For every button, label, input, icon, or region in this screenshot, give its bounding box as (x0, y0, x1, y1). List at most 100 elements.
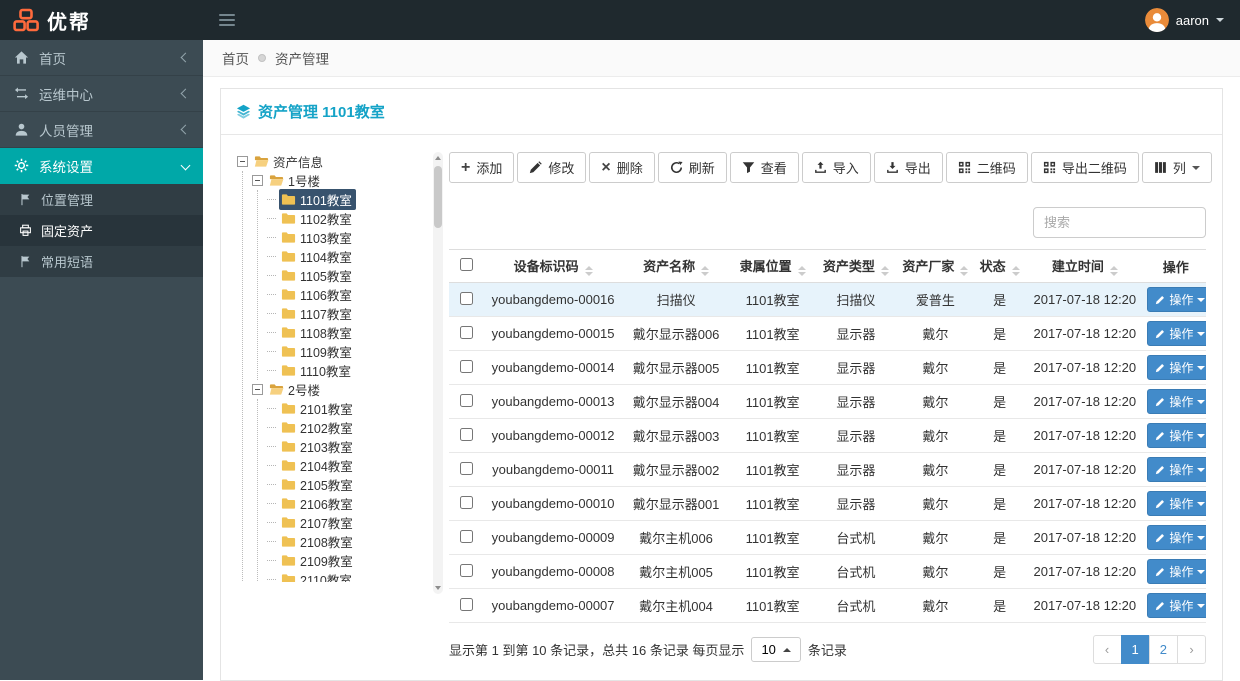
tree-node-label[interactable]: 资产信息 (252, 152, 327, 172)
menu-toggle-icon[interactable] (219, 14, 235, 26)
sidebar-item-home[interactable]: 首页 (0, 40, 203, 76)
tree-node-label[interactable]: 1102教室 (279, 208, 356, 229)
tree-collapse-icon[interactable] (252, 384, 263, 395)
header-created[interactable]: 建立时间 (1024, 249, 1146, 283)
header-asset-name[interactable]: 资产名称 (623, 249, 730, 283)
tree-node[interactable]: 资产信息 (237, 152, 425, 171)
table-row[interactable]: youbangdemo-00009 戴尔主机006 1101教室 台式机 戴尔是 2017… (449, 520, 1206, 555)
table-row[interactable]: youbangdemo-00015 戴尔显示器006 1101教室 显示器 戴尔是 201… (449, 316, 1206, 351)
row-checkbox[interactable] (459, 359, 473, 373)
columns-button[interactable]: 列 (1141, 152, 1212, 183)
row-checkbox[interactable] (459, 461, 473, 475)
row-action-button[interactable]: 操作 (1147, 593, 1206, 618)
tree-node[interactable]: 2107教室 (267, 513, 425, 532)
tree-node[interactable]: 1号楼 (252, 171, 425, 190)
table-row[interactable]: youbangdemo-00013 戴尔显示器004 1101教室 显示器 戴尔是 201… (449, 384, 1206, 419)
tree-node[interactable]: 2104教室 (267, 456, 425, 475)
tree-node[interactable]: 2108教室 (267, 532, 425, 551)
header-location[interactable]: 隶属位置 (729, 249, 817, 283)
tree-node[interactable]: 1108教室 (267, 323, 425, 342)
tree-node[interactable]: 1104教室 (267, 247, 425, 266)
table-row[interactable]: youbangdemo-00012 戴尔显示器003 1101教室 显示器 戴尔是 201… (449, 418, 1206, 453)
page-size-select[interactable]: 10 (751, 637, 801, 662)
submenu-item-fixed-assets[interactable]: 固定资产 (0, 215, 203, 246)
sidebar-item-system-settings[interactable]: 系统设置 (0, 148, 203, 184)
add-button[interactable]: + 添加 (449, 152, 515, 183)
header-device-id[interactable]: 设备标识码 (483, 249, 624, 283)
refresh-button[interactable]: 刷新 (657, 152, 727, 183)
tree-node-label[interactable]: 2102教室 (279, 417, 357, 438)
breadcrumb-home[interactable]: 首页 (222, 48, 249, 68)
search-input[interactable] (1033, 207, 1206, 238)
tree-node[interactable]: 1110教室 (267, 361, 425, 380)
row-action-button[interactable]: 操作 (1147, 355, 1206, 380)
table-row[interactable]: youbangdemo-00014 戴尔显示器005 1101教室 显示器 戴尔是 201… (449, 350, 1206, 385)
tree-node-label[interactable]: 1105教室 (279, 265, 356, 286)
scroll-up-icon[interactable] (433, 152, 443, 164)
row-action-button[interactable]: 操作 (1147, 491, 1206, 516)
tree-node[interactable]: 1106教室 (267, 285, 425, 304)
tree-node-label[interactable]: 1103教室 (279, 227, 356, 248)
tree-node[interactable]: 2105教室 (267, 475, 425, 494)
row-action-button[interactable]: 操作 (1147, 525, 1206, 550)
tree-node-label[interactable]: 1101教室 (279, 189, 356, 210)
export-button[interactable]: 导出 (873, 152, 943, 183)
tree-node[interactable]: 1105教室 (267, 266, 425, 285)
tree-node[interactable]: 1102教室 (267, 209, 425, 228)
row-checkbox[interactable] (459, 427, 473, 441)
user-menu[interactable]: aaron (1144, 8, 1240, 32)
export-qrcode-button[interactable]: 导出二维码 (1030, 152, 1139, 183)
tree-node[interactable]: 1109教室 (267, 342, 425, 361)
tree-node-label[interactable]: 2108教室 (279, 531, 357, 552)
tree-node-label[interactable]: 2号楼 (267, 379, 324, 400)
tree-node-label[interactable]: 1104教室 (279, 246, 356, 267)
tree-node-label[interactable]: 2105教室 (279, 474, 357, 495)
view-button[interactable]: 查看 (729, 152, 799, 183)
table-row[interactable]: youbangdemo-00010 戴尔显示器001 1101教室 显示器 戴尔是 201… (449, 486, 1206, 521)
tree-node-label[interactable]: 1109教室 (279, 341, 356, 362)
tree-node[interactable]: 2102教室 (267, 418, 425, 437)
row-checkbox[interactable] (459, 325, 473, 339)
table-row[interactable]: youbangdemo-00008 戴尔主机005 1101教室 台式机 戴尔是 2017… (449, 554, 1206, 589)
tree-collapse-icon[interactable] (252, 175, 263, 186)
submenu-item-common-phrases[interactable]: 常用短语 (0, 246, 203, 277)
scroll-down-icon[interactable] (433, 582, 443, 594)
edit-button[interactable]: 修改 (517, 152, 587, 183)
tree-scrollbar[interactable] (433, 152, 443, 594)
tree-node-label[interactable]: 1107教室 (279, 303, 356, 324)
tree-node-label[interactable]: 2107教室 (279, 512, 357, 533)
page-button-1[interactable]: 1 (1120, 635, 1150, 664)
delete-button[interactable]: × 删除 (589, 152, 655, 183)
table-row[interactable]: youbangdemo-00011 戴尔显示器002 1101教室 显示器 戴尔是 201… (449, 452, 1206, 487)
tree-collapse-icon[interactable] (237, 156, 248, 167)
header-vendor[interactable]: 资产厂家 (895, 249, 976, 283)
tree-node-label[interactable]: 2110教室 (279, 569, 356, 582)
tree-node-label[interactable]: 1110教室 (279, 360, 355, 381)
tree-node-label[interactable]: 2101教室 (279, 398, 357, 419)
app-logo[interactable]: 优帮 (0, 0, 203, 40)
page-button-2[interactable]: 2 (1148, 635, 1178, 664)
tree-node[interactable]: 2109教室 (267, 551, 425, 570)
tree-node[interactable]: 2号楼 (252, 380, 425, 399)
row-action-button[interactable]: 操作 (1147, 389, 1206, 414)
tree-node-label[interactable]: 1108教室 (279, 322, 356, 343)
tree-node[interactable]: 2101教室 (267, 399, 425, 418)
import-button[interactable]: 导入 (801, 152, 871, 183)
next-page-button[interactable]: › (1177, 635, 1206, 664)
row-action-button[interactable]: 操作 (1147, 287, 1206, 312)
row-action-button[interactable]: 操作 (1147, 423, 1206, 448)
prev-page-button[interactable]: ‹ (1092, 635, 1122, 664)
tree-node[interactable]: 2110教室 (267, 570, 425, 582)
row-checkbox[interactable] (459, 495, 473, 509)
row-checkbox[interactable] (459, 597, 473, 611)
table-row[interactable]: youbangdemo-00016 扫描仪 1101教室 扫描仪 爱普生是 2017-07… (449, 282, 1206, 317)
tree-node[interactable]: 1101教室 (267, 189, 425, 210)
tree-node-label[interactable]: 2109教室 (279, 550, 357, 571)
header-asset-type[interactable]: 资产类型 (816, 249, 896, 283)
sidebar-item-personnel[interactable]: 人员管理 (0, 112, 203, 148)
tree-node-label[interactable]: 2104教室 (279, 455, 357, 476)
header-status[interactable]: 状态 (975, 249, 1025, 283)
tree-node[interactable]: 1103教室 (267, 228, 425, 247)
row-checkbox[interactable] (459, 291, 473, 305)
tree-node-label[interactable]: 2103教室 (279, 436, 357, 457)
